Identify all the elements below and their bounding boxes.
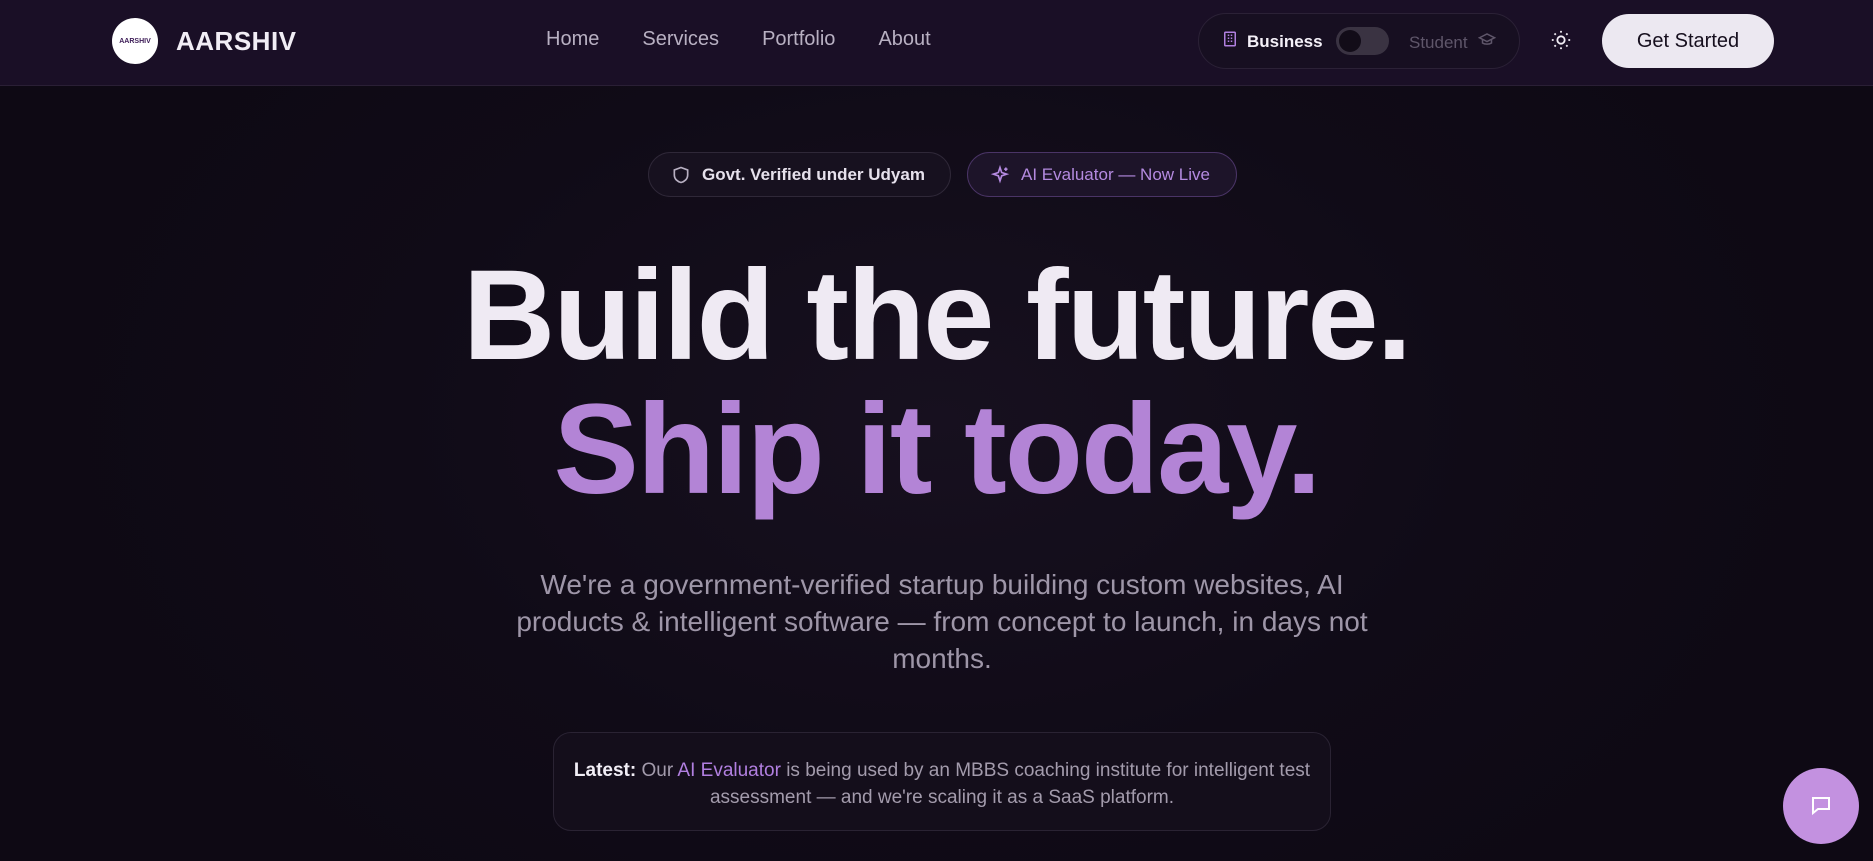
chat-widget-button[interactable] — [1783, 768, 1859, 844]
ai-evaluator-link[interactable]: AI Evaluator — [677, 760, 781, 781]
latest-pre: Our — [641, 760, 674, 781]
ai-evaluator-badge[interactable]: AI Evaluator — Now Live — [967, 152, 1237, 197]
logo-mark: AARSHIV — [112, 18, 158, 64]
sun-icon — [1550, 29, 1572, 56]
hero-headline-line-1: Build the future. — [462, 244, 1412, 387]
chat-bubble-icon — [1809, 793, 1833, 820]
nav-link-portfolio[interactable]: Portfolio — [762, 28, 835, 51]
latest-text: is being used by an MBBS coaching instit… — [709, 760, 1311, 808]
hero-subtitle: We're a government-verified startup buil… — [516, 569, 1368, 674]
nav-link-home[interactable]: Home — [546, 28, 599, 51]
mode-business-option[interactable]: Business — [1221, 30, 1323, 53]
brand-name: AARSHIV — [176, 25, 297, 56]
get-started-button[interactable]: Get Started — [1602, 14, 1774, 68]
logo-link[interactable]: AARSHIV AARSHIV — [112, 18, 297, 64]
nav-link-about[interactable]: About — [878, 28, 930, 51]
mode-switch[interactable] — [1336, 27, 1389, 55]
graduation-cap-icon — [1477, 31, 1496, 54]
main-nav: Home Services Portfolio About — [546, 28, 974, 51]
audience-mode-toggle: Business Student — [1198, 13, 1520, 69]
hero-headline-line-2: Ship it today. — [553, 378, 1321, 521]
shield-icon — [671, 165, 691, 185]
theme-toggle-button[interactable] — [1546, 27, 1576, 57]
top-navigation: AARSHIV AARSHIV Home Services Portfolio … — [0, 0, 1873, 86]
mode-student-option[interactable]: Student — [1409, 31, 1496, 54]
switch-knob — [1339, 30, 1361, 52]
mode-student-label: Student — [1409, 32, 1468, 52]
nav-link-services[interactable]: Services — [642, 28, 719, 51]
sparkle-icon — [990, 164, 1010, 185]
udyam-verified-badge: Govt. Verified under Udyam — [648, 152, 951, 197]
udyam-badge-label: Govt. Verified under Udyam — [702, 164, 925, 184]
latest-label: Latest: — [573, 760, 637, 781]
ai-badge-label: AI Evaluator — Now Live — [1021, 164, 1210, 184]
building-icon — [1221, 30, 1239, 53]
mode-business-label: Business — [1247, 31, 1323, 51]
latest-news-card: Latest: Our AI Evaluator is being used b… — [553, 732, 1331, 831]
